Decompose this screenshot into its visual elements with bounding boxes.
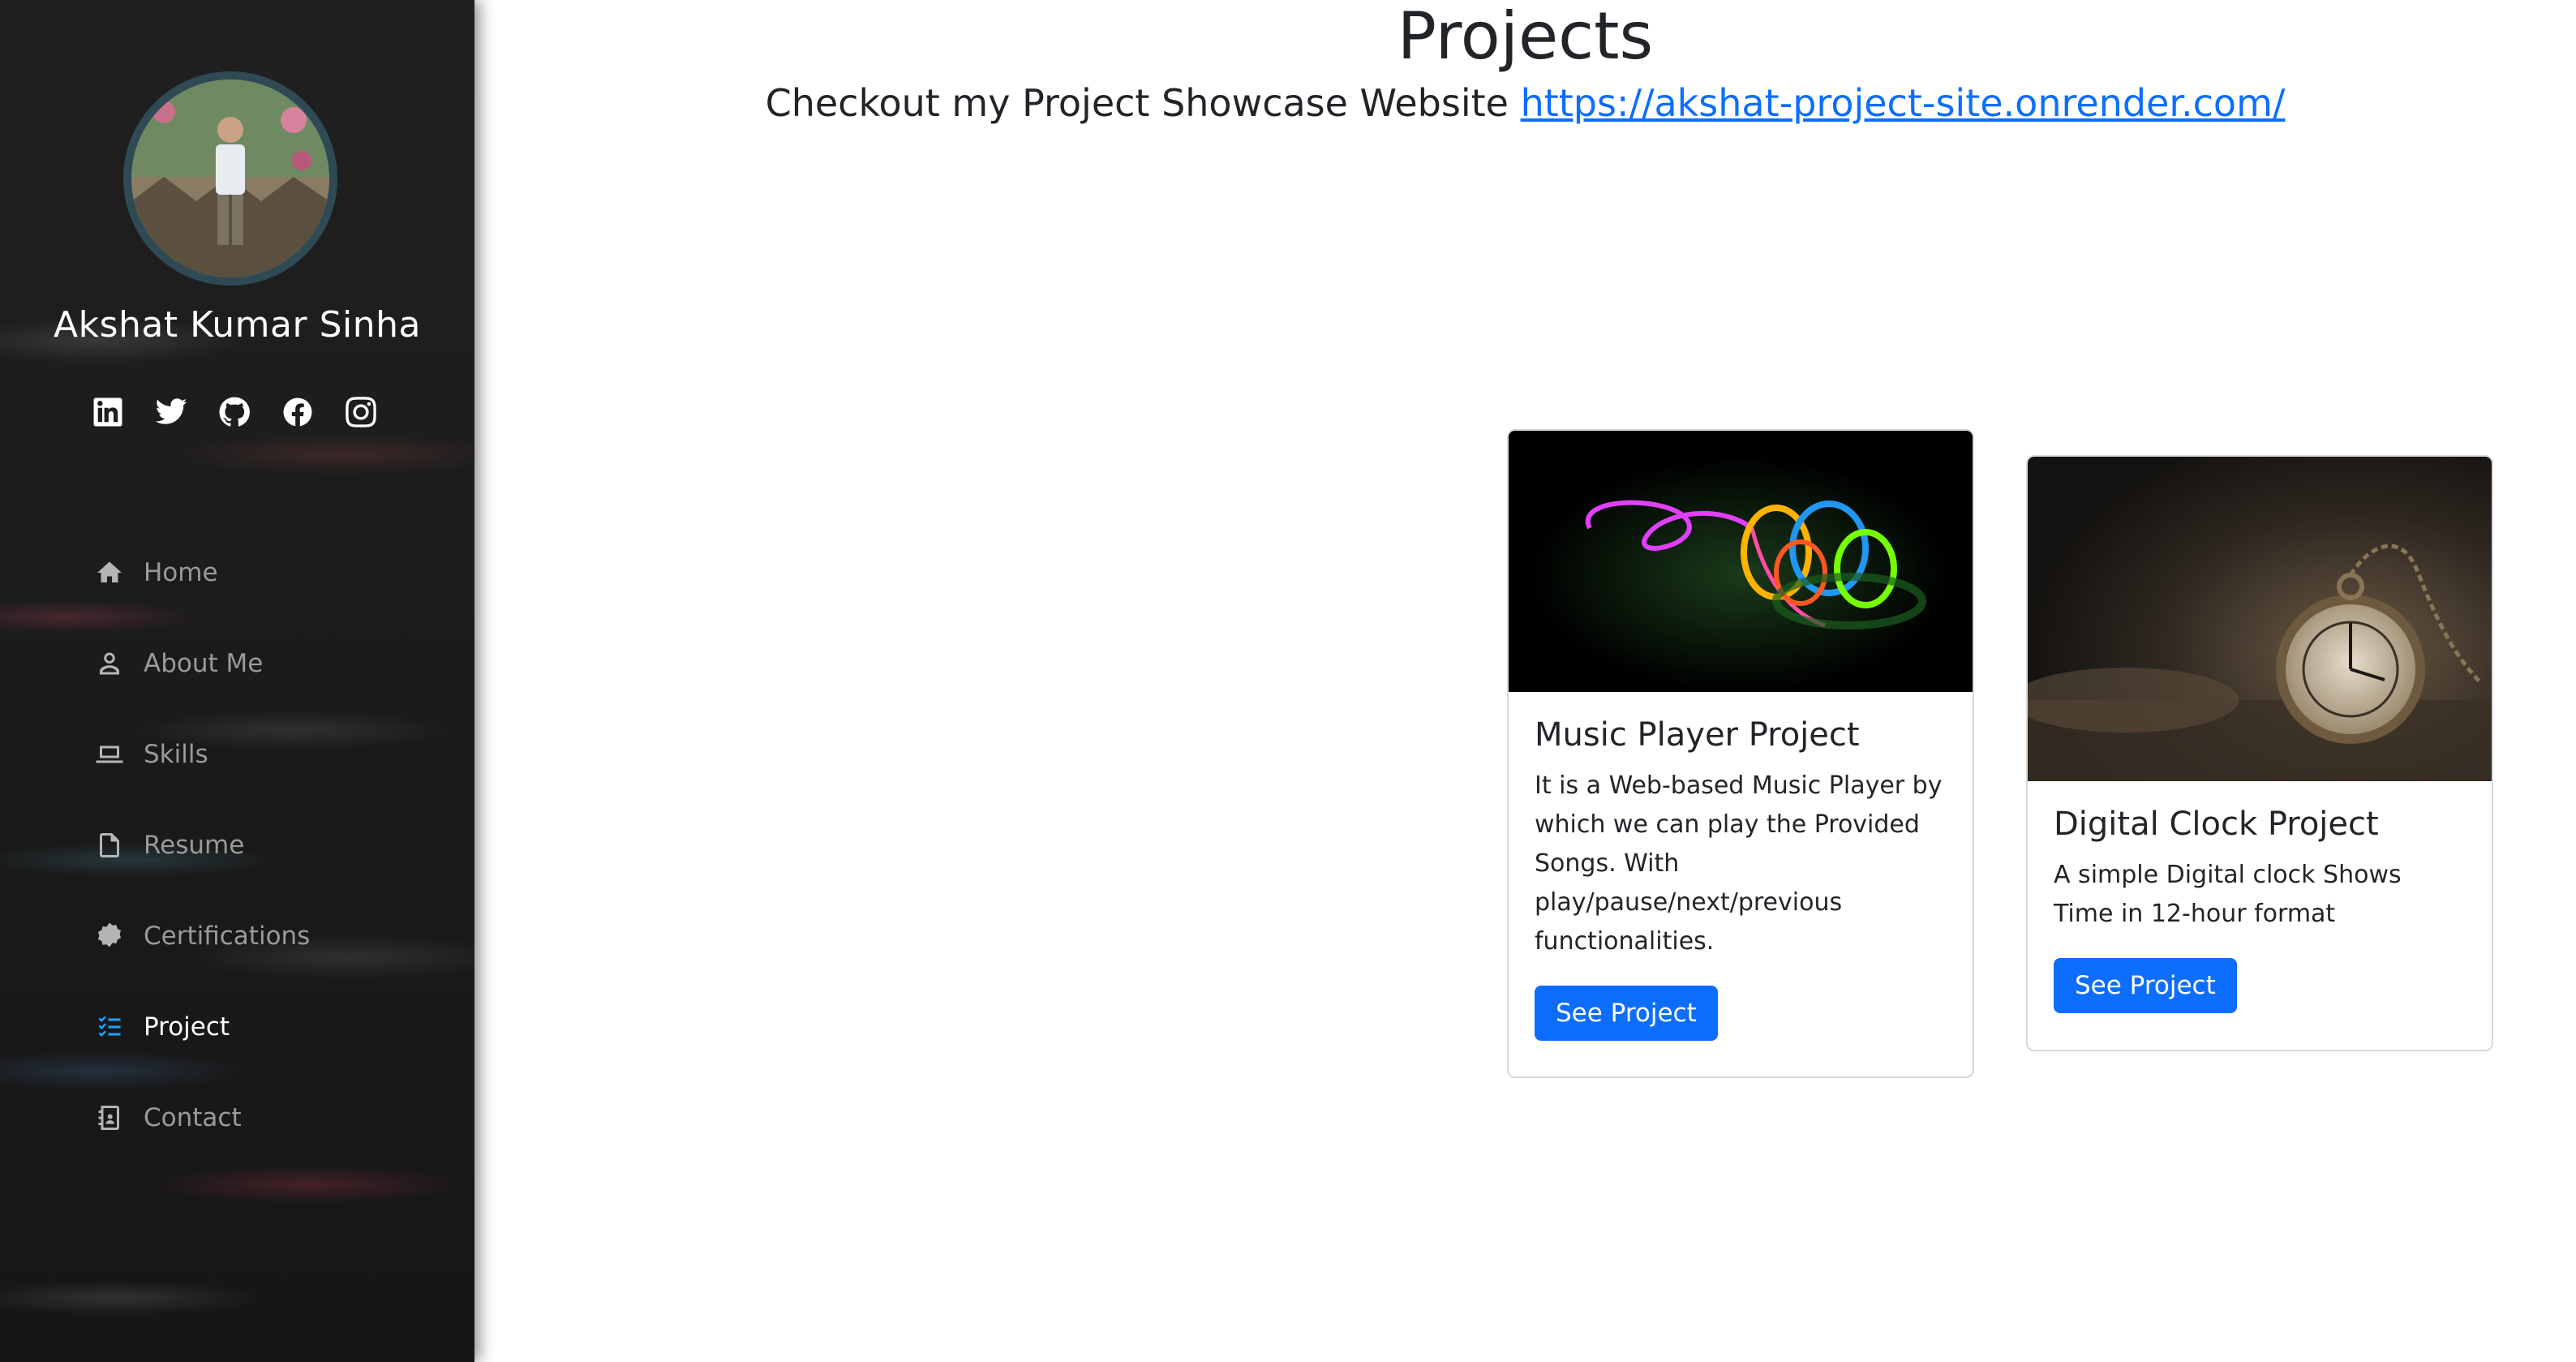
sidebar-item-label: Project [144,1012,230,1042]
sidebar-item-home[interactable]: Home [93,527,310,618]
sidebar-nav: Home About Me Skills Resume Certificatio… [93,527,310,1163]
subtitle-text: Checkout my Project Showcase Website [765,81,1521,125]
sidebar-item-project[interactable]: Project [93,982,310,1072]
list-check-icon [93,1011,126,1043]
sidebar-item-label: Home [144,558,218,587]
facebook-icon[interactable] [279,393,316,431]
card-title: Music Player Project [1535,716,1860,754]
sidebar-item-label: Certifications [144,922,311,951]
sidebar-item-skills[interactable]: Skills [93,709,310,800]
sidebar-item-certifications[interactable]: Certifications [93,891,310,982]
card-title: Digital Clock Project [2054,806,2379,843]
sidebar: Akshat Kumar Sinha Home About Me Skills [0,0,474,1362]
page-title: Projects [1397,0,1654,74]
sidebar-item-label: About Me [144,649,264,678]
avatar [123,71,337,286]
card-body: Music Player Project It is a Web-based M… [1509,692,1973,1041]
sidebar-item-label: Resume [144,831,245,860]
profile-name: Akshat Kumar Sinha [54,304,421,346]
sidebar-item-resume[interactable]: Resume [93,800,310,891]
project-card-music-player: Music Player Project It is a Web-based M… [1507,429,1974,1078]
sidebar-item-contact[interactable]: Contact [93,1072,310,1163]
sidebar-item-about-me[interactable]: About Me [93,618,310,709]
twitter-icon[interactable] [152,393,190,431]
project-card-digital-clock: Digital Clock Project A simple Digital c… [2026,455,2493,1051]
linkedin-icon[interactable] [89,393,127,431]
badge-icon [93,920,126,952]
laptop-icon [93,738,126,771]
see-project-button[interactable]: See Project [1535,986,1718,1041]
card-text: A simple Digital clock Shows Time in 12-… [2054,861,2402,928]
contact-card-icon [93,1102,126,1134]
card-text: It is a Web-based Music Player by which … [1535,771,1943,956]
instagram-icon[interactable] [342,393,380,431]
sidebar-item-label: Skills [144,740,208,769]
file-icon [93,829,126,861]
github-icon[interactable] [216,393,253,431]
pocket-watch-image [2028,457,2492,781]
sidebar-item-label: Contact [144,1103,242,1132]
home-icon [93,556,126,589]
social-links [89,393,380,431]
person-icon [93,647,126,680]
card-body: Digital Clock Project A simple Digital c… [2028,781,2492,1013]
showcase-link[interactable]: https://akshat-project-site.onrender.com… [1521,81,2286,125]
neon-headphones-image [1509,431,1973,692]
showcase-subtitle: Checkout my Project Showcase Website htt… [474,81,2576,125]
see-project-button[interactable]: See Project [2054,958,2237,1013]
main-content: Projects Checkout my Project Showcase We… [474,0,2576,1362]
